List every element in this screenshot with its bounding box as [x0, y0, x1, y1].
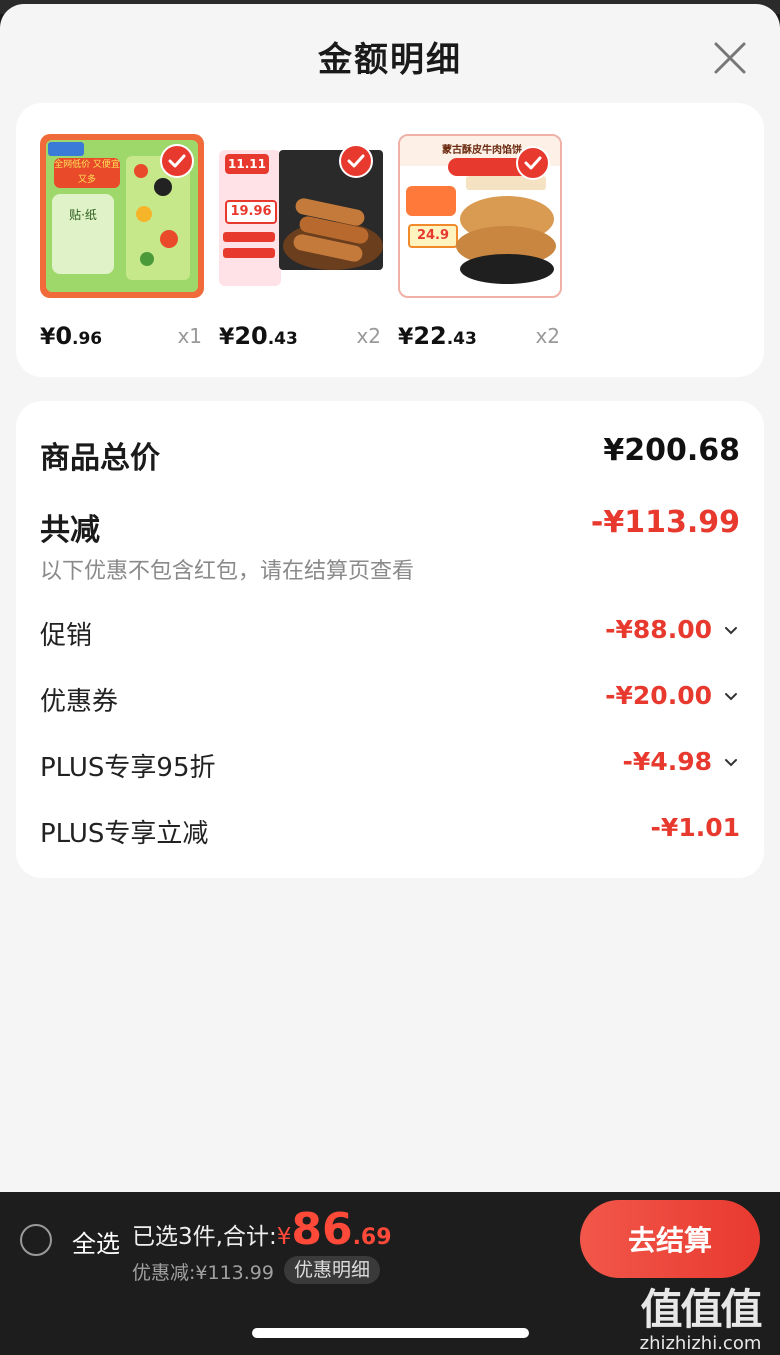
product-price: ¥0.96	[40, 322, 103, 350]
discount-detail-button[interactable]: 优惠明细	[284, 1256, 381, 1284]
product-price: ¥20.43	[219, 322, 298, 350]
sheet-title: 金额明细	[318, 40, 462, 80]
currency-symbol: ¥	[276, 1224, 292, 1250]
total-discount-label: 共减	[40, 513, 100, 548]
product-list-card: 全网低价 又便宜又多 贴·纸 ¥0.96 x1 11.11 19.96 ¥20.…	[16, 103, 764, 377]
total-price-row: 商品总价 ¥200.68	[40, 433, 740, 476]
discount-note-row: 以下优惠不包含红包，请在结算页查看	[40, 553, 740, 584]
watermark: 值值值 zhizhizhi.com	[628, 1276, 773, 1354]
watermark-logo: 值值值	[640, 1285, 762, 1334]
discount-note: 以下优惠不包含红包，请在结算页查看	[40, 559, 415, 584]
discount-item-label: PLUS专享95折	[40, 753, 216, 783]
discount-item-label: PLUS专享立减	[40, 819, 209, 849]
total-amount-integer: 86	[291, 1204, 353, 1255]
discount-item-value: -¥20.00	[605, 681, 712, 710]
discount-item-value: -¥1.01	[650, 813, 740, 842]
chevron-down-icon[interactable]	[722, 621, 740, 639]
product-price: ¥22.43	[398, 322, 477, 350]
product-thumbnail: 全网低价 又便宜又多 贴·纸	[40, 134, 204, 298]
chevron-down-icon[interactable]	[722, 687, 740, 705]
discount-item-value: -¥88.00	[605, 615, 712, 644]
product-thumbnail: 蒙古酥皮牛肉馅饼 24.9	[398, 134, 562, 298]
total-price-label: 商品总价	[40, 441, 160, 476]
product-quantity: x2	[356, 324, 381, 348]
select-all-label[interactable]: 全选	[72, 1224, 120, 1259]
discount-item-value: -¥4.98	[622, 747, 712, 776]
discount-item-coupon[interactable]: 优惠券 -¥20.00	[40, 681, 740, 717]
checkout-button[interactable]: 去结算	[580, 1200, 760, 1278]
discount-item-plus-instant: PLUS专享立减 -¥1.01	[40, 813, 740, 849]
discount-item-label: 优惠券	[40, 687, 119, 717]
home-indicator[interactable]	[252, 1328, 529, 1338]
product-item[interactable]: 11.11 19.96 ¥20.43 x2	[219, 134, 383, 350]
order-summary: 已选3件,合计:¥86.69	[132, 1204, 392, 1255]
discount-summary: 优惠减:¥113.99	[132, 1262, 274, 1284]
selected-check-icon[interactable]	[160, 144, 194, 178]
selected-count-text: 已选3件,合计:	[132, 1224, 277, 1250]
watermark-url: zhizhizhi.com	[639, 1333, 762, 1354]
amount-detail-card: 商品总价 ¥200.68 共减 -¥113.99 以下优惠不包含红包，请在结算页…	[16, 401, 764, 878]
total-discount-row: 共减 -¥113.99	[40, 505, 740, 548]
total-price-value: ¥200.68	[603, 433, 740, 468]
chevron-down-icon[interactable]	[722, 753, 740, 771]
product-quantity: x1	[177, 324, 202, 348]
selected-check-icon[interactable]	[339, 144, 373, 178]
select-all-radio[interactable]	[20, 1224, 52, 1256]
selected-check-icon[interactable]	[516, 146, 550, 180]
discount-item-promotion[interactable]: 促销 -¥88.00	[40, 615, 740, 651]
total-discount-value: -¥113.99	[590, 505, 740, 540]
discount-item-plus-95[interactable]: PLUS专享95折 -¥4.98	[40, 747, 740, 783]
close-icon[interactable]	[710, 38, 750, 78]
product-item[interactable]: 蒙古酥皮牛肉馅饼 24.9 ¥22.43 x2	[398, 134, 562, 350]
total-amount-decimal: .69	[352, 1225, 392, 1250]
discount-item-label: 促销	[40, 621, 93, 651]
product-quantity: x2	[535, 324, 560, 348]
product-thumbnail: 11.11 19.96	[219, 134, 383, 298]
product-item[interactable]: 全网低价 又便宜又多 贴·纸 ¥0.96 x1	[40, 134, 204, 350]
